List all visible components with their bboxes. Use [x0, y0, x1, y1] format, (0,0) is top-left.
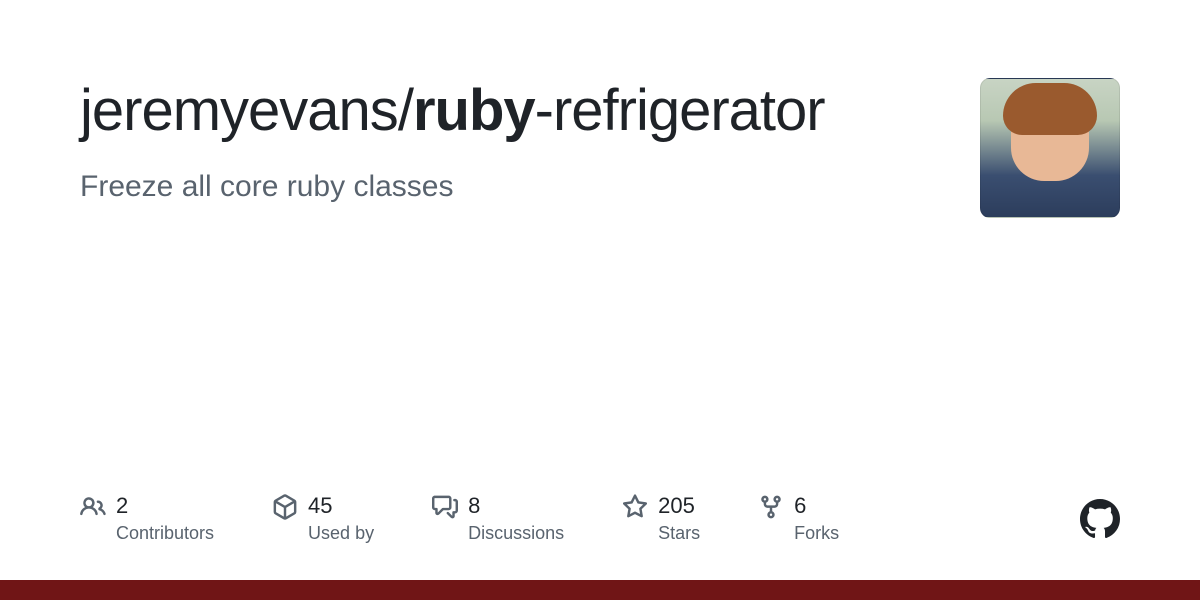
stat-count: 45	[308, 492, 374, 520]
github-logo-icon[interactable]	[1080, 499, 1120, 544]
repo-name-bold: ruby	[413, 78, 535, 143]
stats-row: 2 Contributors 45 Used by 8 Discussions …	[80, 492, 1120, 544]
stat-discussions[interactable]: 8 Discussions	[432, 492, 564, 544]
stat-label: Discussions	[468, 522, 564, 545]
package-icon	[272, 494, 298, 520]
stat-label: Forks	[794, 522, 839, 545]
stat-label: Stars	[658, 522, 700, 545]
stat-count: 2	[116, 492, 214, 520]
stat-label: Contributors	[116, 522, 214, 545]
stat-label: Used by	[308, 522, 374, 545]
stat-forks[interactable]: 6 Forks	[758, 492, 839, 544]
repo-title[interactable]: jeremyevans/ruby-refrigerator	[80, 78, 940, 145]
people-icon	[80, 494, 106, 520]
stat-count: 205	[658, 492, 700, 520]
repo-description: Freeze all core ruby classes	[80, 167, 940, 206]
repo-owner: jeremyevans	[80, 78, 398, 143]
repo-name-rest: -refrigerator	[535, 78, 825, 143]
header-row: jeremyevans/ruby-refrigerator Freeze all…	[80, 78, 1120, 218]
accent-bar	[0, 580, 1200, 600]
stat-stars[interactable]: 205 Stars	[622, 492, 700, 544]
stat-contributors[interactable]: 2 Contributors	[80, 492, 214, 544]
star-icon	[622, 494, 648, 520]
fork-icon	[758, 494, 784, 520]
repo-slash: /	[398, 78, 413, 143]
stat-used-by[interactable]: 45 Used by	[272, 492, 374, 544]
title-block: jeremyevans/ruby-refrigerator Freeze all…	[80, 78, 940, 206]
stat-count: 6	[794, 492, 839, 520]
stat-count: 8	[468, 492, 564, 520]
avatar[interactable]	[980, 78, 1120, 218]
discussion-icon	[432, 494, 458, 520]
